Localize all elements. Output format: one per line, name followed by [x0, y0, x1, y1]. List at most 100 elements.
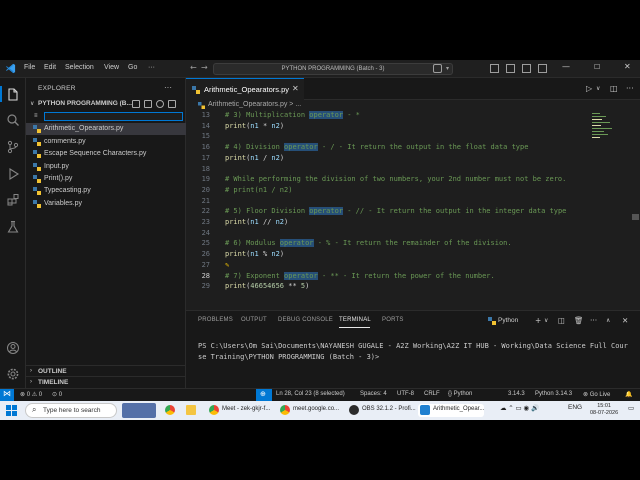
notification-icon[interactable]: ▭ — [628, 404, 634, 412]
menu-view[interactable]: View — [104, 64, 119, 71]
indentation[interactable]: Spaces: 4 — [360, 391, 387, 397]
account-icon[interactable] — [6, 340, 20, 354]
breadcrumb-text[interactable]: Arithmetic_Opearators.py > ... — [208, 101, 301, 108]
code-line: 20 # print(n1 / n2) — [201, 185, 293, 194]
taskbar-obs[interactable]: OBS 32.1.2 - Profi... — [347, 404, 416, 417]
file-item-arithmetic-opearators[interactable]: Arithmetic_Opearators.py — [26, 123, 186, 135]
code-line: 17 print(n1 / n2) — [201, 153, 285, 162]
workspace-folder[interactable]: ∨ PYTHON PROGRAMMING (B... — [26, 99, 186, 110]
maximize-icon[interactable]: ☐ — [594, 63, 600, 71]
new-folder-icon[interactable] — [144, 100, 152, 108]
tab-debug-console[interactable]: DEBUG CONSOLE — [278, 317, 333, 323]
tab-arithmetic-opearators[interactable]: Arithmetic_Opearators.py ✕ — [186, 78, 304, 100]
customize-layout-icon[interactable] — [538, 64, 547, 73]
problems-count[interactable]: ⊗ 0 ⚠ 0 — [20, 391, 42, 398]
chevron-down-icon[interactable]: ∨ — [544, 317, 548, 324]
tab-problems[interactable]: PROBLEMS — [198, 317, 233, 323]
code-editor[interactable]: 13 # 3) Multiplication operator - * 14 pri… — [186, 111, 606, 307]
taskbar-meet-google[interactable]: meet.google.co... — [278, 404, 342, 417]
toggle-panel-icon[interactable] — [506, 64, 515, 73]
menu-edit[interactable]: Edit — [44, 64, 56, 71]
explorer-icon[interactable] — [6, 87, 20, 101]
file-item-variables[interactable]: Variables.py — [26, 198, 186, 210]
menu-more[interactable]: ··· — [148, 64, 155, 71]
terminal-shell-label[interactable]: Python — [498, 317, 518, 324]
encoding[interactable]: UTF-8 — [397, 391, 414, 397]
remote-icon: ⋈ — [3, 389, 11, 398]
close-panel-icon[interactable]: ✕ — [622, 316, 628, 325]
editor-scrollbar[interactable] — [632, 214, 639, 220]
zoom-indicator[interactable]: ⊕ — [256, 389, 272, 401]
terminal-line: PS C:\Users\Om Sai\Documents\NAYANESH GU… — [198, 342, 628, 350]
new-file-icon[interactable] — [132, 100, 140, 108]
notifications-bell-icon[interactable]: 🔔 — [625, 391, 632, 398]
language-indicator[interactable]: ENG — [568, 404, 582, 411]
taskbar-search[interactable]: ⌕ Type here to search — [25, 403, 117, 418]
menu-go[interactable]: Go — [128, 64, 137, 71]
split-terminal-icon[interactable]: ◫ — [558, 316, 565, 325]
go-live-button[interactable]: ⊗ Go Live — [583, 391, 610, 398]
source-control-icon[interactable] — [6, 139, 20, 154]
toggle-sidebar-icon[interactable] — [490, 64, 499, 73]
copilot-icon[interactable] — [433, 64, 442, 73]
more-actions-icon[interactable]: ··· — [590, 316, 597, 325]
lightbulb-icon[interactable]: ✎ — [225, 261, 229, 269]
chevron-down-icon[interactable]: ∨ — [596, 85, 600, 92]
search-icon[interactable] — [6, 112, 20, 126]
command-center-search[interactable]: PYTHON PROGRAMMING (Batch - 3) — [213, 63, 453, 75]
code-line: 27 ✎ — [201, 260, 230, 269]
refresh-icon[interactable] — [156, 100, 164, 108]
run-debug-icon[interactable] — [6, 166, 20, 180]
clock[interactable]: 15:01 08-07-2026 — [590, 403, 618, 417]
ports-count[interactable]: ⊙ 0 — [52, 391, 62, 398]
testing-icon[interactable] — [6, 219, 20, 233]
python-version[interactable]: 3.14.3 — [508, 391, 525, 397]
file-item-print[interactable]: Print().py — [26, 173, 186, 185]
line-ending[interactable]: CRLF — [424, 391, 440, 397]
more-actions-icon[interactable]: ··· — [626, 84, 634, 93]
file-name: Typecasting.py — [44, 187, 91, 194]
windows-start-icon[interactable] — [6, 405, 17, 416]
split-editor-icon[interactable]: ◫ — [610, 84, 618, 93]
news-widget[interactable] — [122, 403, 156, 418]
file-item-escape-sequence[interactable]: Escape Sequence Characters.py — [26, 148, 186, 160]
cursor-position[interactable]: Ln 28, Col 23 (8 selected) — [276, 391, 345, 397]
taskbar-folder[interactable] — [184, 404, 198, 417]
menu-file[interactable]: File — [24, 64, 35, 71]
tray-icons[interactable]: ☁ ⌃ ▭ ◉ 🔊 — [500, 404, 539, 412]
tab-output[interactable]: OUTPUT — [241, 317, 267, 323]
explorer-more-icon[interactable]: ··· — [164, 83, 172, 92]
timeline-section[interactable]: › TIMELINE — [26, 376, 186, 387]
new-terminal-icon[interactable]: + — [535, 316, 541, 325]
new-file-name-input[interactable] — [44, 112, 183, 121]
chrome-icon — [280, 405, 290, 415]
file-item-input[interactable]: Input.py — [26, 161, 186, 173]
collapse-all-icon[interactable] — [168, 100, 176, 108]
minimize-icon[interactable]: — — [562, 62, 570, 71]
language-mode[interactable]: {} Python — [448, 391, 472, 397]
file-item-typecasting[interactable]: Typecasting.py — [26, 185, 186, 197]
taskbar-chrome[interactable] — [163, 404, 177, 417]
python-interpreter[interactable]: Python 3.14.3 — [535, 391, 572, 397]
toggle-secondary-sidebar-icon[interactable] — [522, 64, 531, 73]
close-window-icon[interactable]: ✕ — [624, 62, 631, 71]
remote-indicator[interactable]: ⋈ — [0, 389, 14, 401]
settings-gear-icon[interactable] — [6, 366, 20, 380]
run-file-icon[interactable]: ▷ — [586, 84, 592, 93]
chevron-up-icon[interactable]: ∧ — [606, 317, 610, 324]
outline-section[interactable]: › OUTLINE — [26, 365, 186, 376]
back-arrow-icon[interactable]: ← — [190, 63, 197, 72]
file-item-comments[interactable]: comments.py — [26, 136, 186, 148]
tab-ports[interactable]: PORTS — [382, 317, 404, 323]
forward-arrow-icon[interactable]: → — [201, 63, 208, 72]
extensions-icon[interactable] — [6, 192, 20, 206]
trash-icon[interactable]: 🗑 — [574, 316, 584, 325]
chevron-down-icon[interactable]: ▾ — [446, 65, 449, 72]
menu-selection[interactable]: Selection — [65, 64, 94, 71]
taskbar-meet-window[interactable]: Meet - zek-gkjr-f... — [207, 404, 273, 417]
taskbar-vscode[interactable]: Arithmetic_Opear... — [418, 404, 484, 417]
tab-terminal[interactable]: TERMINAL — [339, 317, 371, 323]
close-tab-icon[interactable]: ✕ — [292, 84, 299, 93]
minimap[interactable] — [590, 111, 630, 151]
terminal-output[interactable]: PS C:\Users\Om Sai\Documents\NAYANESH GU… — [198, 341, 630, 362]
